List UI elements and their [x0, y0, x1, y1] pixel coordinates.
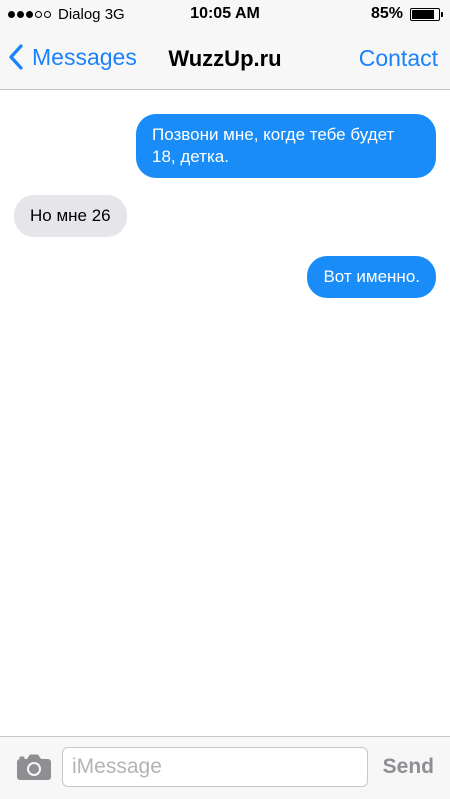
battery-tip: [441, 11, 443, 17]
imessage-input[interactable]: [62, 747, 368, 787]
message-list: Позвони мне, когде тебе будет 18, детка.…: [0, 90, 450, 736]
message-text: Позвони мне, когде тебе будет 18, детка.: [152, 125, 395, 166]
message-text: Вот именно.: [323, 267, 420, 286]
contact-button[interactable]: Contact: [359, 45, 438, 72]
battery-fill: [412, 9, 434, 19]
incoming-message-bubble[interactable]: Но мне 26: [2, 195, 127, 238]
status-bar: Dialog 3G 10:05 AM 85%: [0, 0, 450, 30]
compose-bar: Send: [0, 736, 450, 799]
outgoing-message-bubble[interactable]: Вот именно.: [307, 256, 448, 299]
battery-percent: 85%: [370, 5, 403, 22]
message-text: Но мне 26: [30, 206, 111, 225]
camera-icon[interactable]: [16, 753, 52, 781]
outgoing-message-bubble[interactable]: Позвони мне, когде тебе будет 18, детка.: [136, 114, 448, 179]
status-right: 85%: [370, 5, 443, 23]
navigation-bar: Messages WuzzUp.ru Contact: [0, 30, 450, 90]
battery-icon: [410, 7, 443, 21]
send-button[interactable]: Send: [383, 755, 434, 779]
messages-screen: Dialog 3G 10:05 AM 85% Messages WuzzUp.r…: [0, 0, 450, 799]
